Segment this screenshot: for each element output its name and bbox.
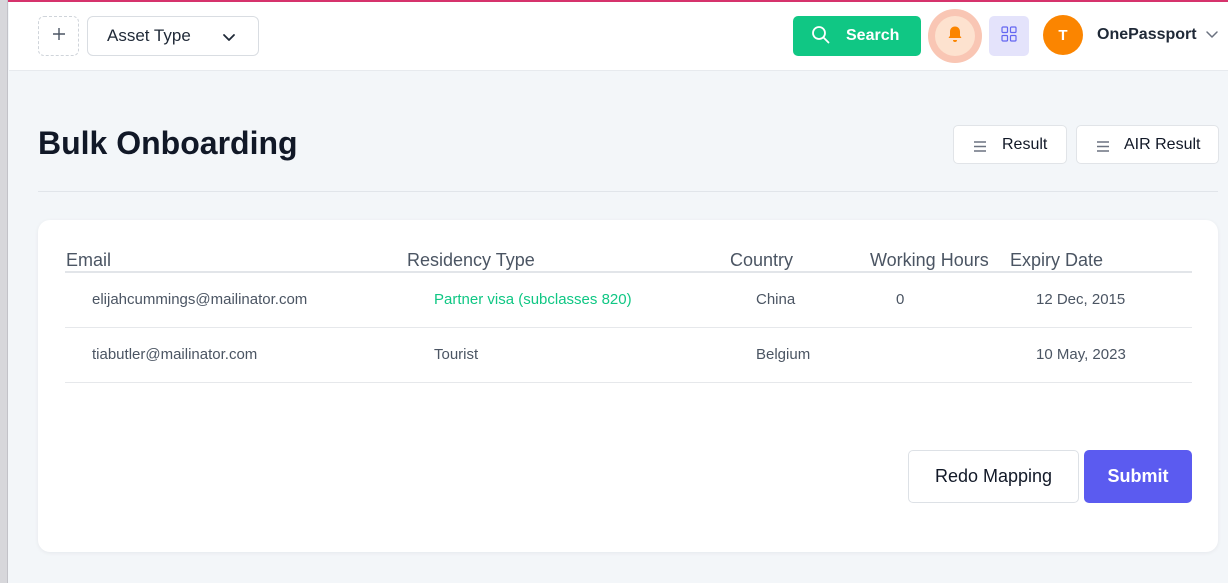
cell-residency-type: Tourist bbox=[434, 346, 479, 363]
search-icon bbox=[811, 25, 831, 50]
avatar[interactable]: T bbox=[1043, 15, 1083, 55]
cell-email: tiabutler@mailinator.com bbox=[92, 346, 258, 363]
result-label: Result bbox=[1002, 136, 1048, 153]
plus-icon bbox=[52, 27, 66, 46]
cell-country: Belgium bbox=[756, 346, 811, 363]
onboarding-card: Email Residency Type Country Working Hou… bbox=[38, 220, 1218, 552]
title-divider bbox=[38, 191, 1218, 192]
cell-expiry-date: 12 Dec, 2015 bbox=[1036, 291, 1126, 308]
cell-email: elijahcummings@mailinator.com bbox=[92, 291, 308, 308]
top-header: Asset Type Search T OnePassport bbox=[9, 2, 1228, 71]
notifications-button[interactable] bbox=[928, 9, 982, 63]
page-title: Bulk Onboarding bbox=[38, 125, 298, 161]
air-result-label: AIR Result bbox=[1124, 136, 1201, 153]
app-frame: Asset Type Search T OnePassport Bulk Onb… bbox=[0, 0, 1228, 583]
apps-button[interactable] bbox=[989, 16, 1029, 56]
notifications-inner bbox=[935, 16, 975, 56]
search-button[interactable]: Search bbox=[793, 16, 921, 56]
asset-type-label: Asset Type bbox=[107, 26, 191, 45]
column-header-residency-type: Residency Type bbox=[407, 250, 535, 270]
org-name[interactable]: OnePassport bbox=[1097, 26, 1197, 44]
result-button[interactable]: Result bbox=[953, 125, 1067, 164]
bell-icon bbox=[947, 25, 963, 48]
cell-residency-type: Partner visa (subclasses 820) bbox=[434, 291, 632, 308]
asset-type-dropdown[interactable]: Asset Type bbox=[87, 16, 259, 56]
column-header-country: Country bbox=[730, 250, 794, 270]
column-header-working-hours: Working Hours bbox=[870, 250, 989, 270]
submit-button[interactable]: Submit bbox=[1084, 450, 1192, 503]
table-header-divider bbox=[65, 271, 1192, 273]
cell-expiry-date: 10 May, 2023 bbox=[1036, 346, 1126, 363]
air-result-button[interactable]: AIR Result bbox=[1076, 125, 1219, 164]
window-edge bbox=[0, 0, 8, 583]
column-header-email: Email bbox=[66, 250, 112, 270]
redo-mapping-button[interactable]: Redo Mapping bbox=[908, 450, 1079, 503]
row-divider bbox=[65, 327, 1192, 328]
row-divider bbox=[65, 382, 1192, 383]
grid-icon bbox=[1001, 25, 1017, 47]
menu-icon bbox=[974, 139, 986, 157]
chevron-down-icon bbox=[222, 29, 236, 49]
column-header-expiry-date: Expiry Date bbox=[1010, 250, 1104, 270]
add-button[interactable] bbox=[38, 16, 79, 56]
menu-icon bbox=[1097, 139, 1109, 157]
cell-country: China bbox=[756, 291, 796, 308]
cell-working-hours: 0 bbox=[896, 291, 905, 308]
search-label: Search bbox=[846, 27, 900, 44]
org-chevron-down-icon[interactable] bbox=[1205, 28, 1219, 46]
